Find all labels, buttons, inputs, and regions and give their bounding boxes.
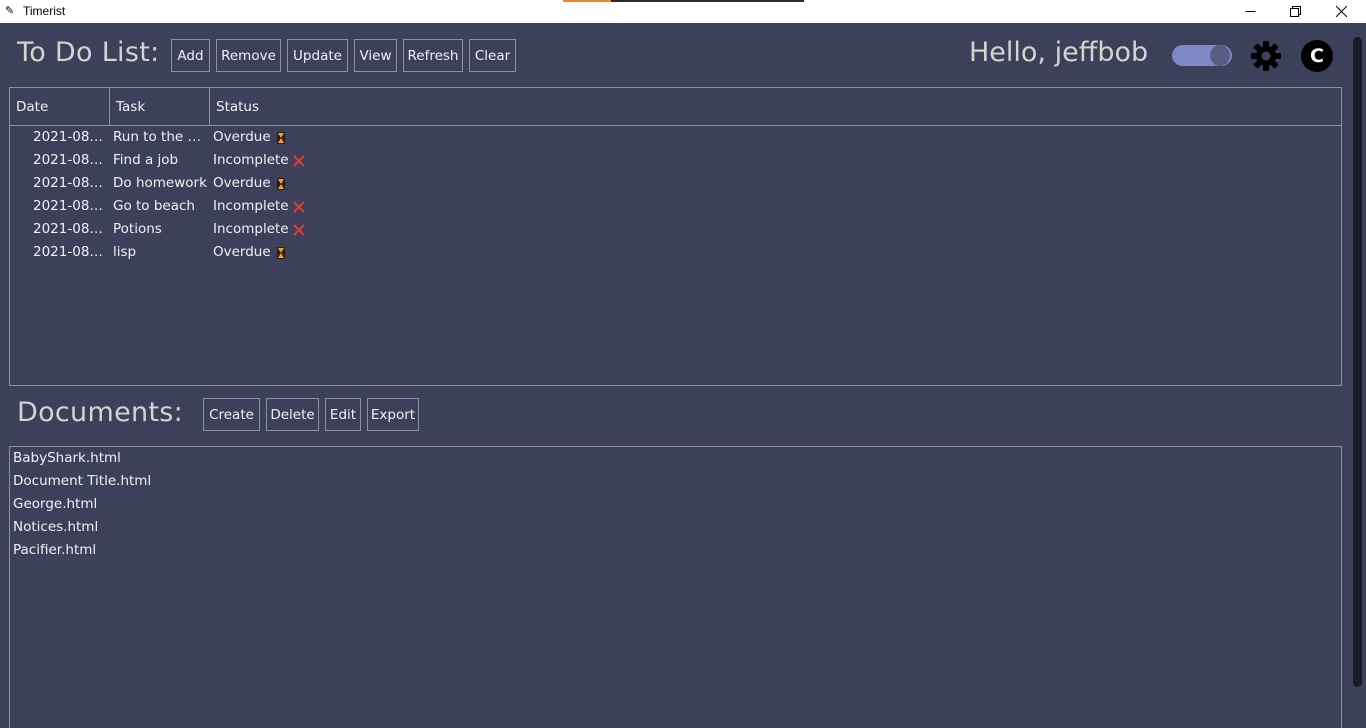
close-button[interactable] (1318, 0, 1364, 23)
task-name: lisp (113, 244, 137, 260)
task-date: 2021-08-... (33, 198, 106, 214)
clear-button[interactable]: Clear (469, 39, 516, 72)
theme-toggle[interactable] (1172, 45, 1232, 66)
view-button[interactable]: View (354, 39, 397, 72)
list-item[interactable]: George.html (13, 493, 97, 516)
documents-list: BabyShark.html Document Title.html George.… (9, 446, 1342, 728)
minimize-button[interactable] (1227, 0, 1273, 23)
task-status-text: Incomplete (213, 198, 289, 214)
avatar[interactable]: C (1301, 40, 1333, 72)
column-header-status[interactable]: Status (210, 88, 510, 125)
task-status: Incomplete (213, 218, 413, 241)
update-button[interactable]: Update (287, 39, 348, 72)
pencil-icon: ✎ (5, 4, 15, 17)
list-item[interactable]: BabyShark.html (13, 447, 121, 470)
gear-icon (1251, 41, 1281, 71)
export-button[interactable]: Export (367, 398, 419, 431)
avatar-letter: C (1310, 45, 1324, 67)
restore-button[interactable] (1272, 0, 1318, 23)
settings-button[interactable] (1250, 40, 1282, 72)
hourglass-icon (276, 131, 285, 144)
hourglass-icon (276, 177, 285, 190)
task-date: 2021-08-... (33, 175, 106, 191)
task-date: 2021-08-... (33, 221, 106, 237)
list-item[interactable]: Pacifier.html (13, 539, 96, 562)
remove-button[interactable]: Remove (216, 39, 281, 72)
table-row[interactable]: 2021-08-... Do homework Overdue (10, 172, 610, 195)
task-date: 2021-08-... (33, 129, 106, 145)
restore-icon (1289, 6, 1301, 17)
todo-table: Date Task Status 2021-08-... Run to the m… (9, 87, 1342, 386)
toggle-knob (1210, 45, 1230, 66)
table-row[interactable]: 2021-08-... Potions Incomplete (10, 218, 610, 241)
todo-title: To Do List: (17, 37, 160, 68)
hourglass-icon (276, 246, 285, 259)
task-name: Run to the m... (113, 129, 207, 145)
title-bar: ✎ Timerist (0, 0, 1366, 23)
table-header: Date Task Status (10, 88, 1341, 126)
task-status-text: Incomplete (213, 221, 289, 237)
table-row[interactable]: 2021-08-... Run to the m... Overdue (10, 126, 610, 149)
task-name: Find a job (113, 152, 179, 168)
task-status-text: Incomplete (213, 152, 289, 168)
task-status: Incomplete (213, 195, 413, 218)
table-row[interactable]: 2021-08-... Go to beach Incomplete (10, 195, 610, 218)
scrollbar-thumb[interactable] (1353, 37, 1362, 687)
task-date: 2021-08-... (33, 244, 106, 260)
table-row[interactable]: 2021-08-... Find a job Incomplete (10, 149, 610, 172)
task-status: Overdue (213, 172, 413, 195)
column-header-task[interactable]: Task (110, 88, 210, 125)
user-greeting: Hello, jeffbob (969, 37, 1149, 68)
cross-icon (292, 200, 305, 213)
refresh-button[interactable]: Refresh (403, 39, 463, 72)
cross-icon (292, 223, 305, 236)
edit-button[interactable]: Edit (325, 398, 361, 431)
task-status-text: Overdue (213, 129, 271, 145)
list-item[interactable]: Document Title.html (13, 470, 151, 493)
list-item[interactable]: Notices.html (13, 516, 98, 539)
close-icon (1335, 6, 1347, 17)
task-status: Overdue (213, 126, 413, 149)
create-button[interactable]: Create (203, 398, 260, 431)
task-status-text: Overdue (213, 175, 271, 191)
task-date: 2021-08-... (33, 152, 106, 168)
task-status-text: Overdue (213, 244, 271, 260)
column-header-date[interactable]: Date (10, 88, 110, 125)
taskbar-accent (563, 0, 611, 2)
delete-button[interactable]: Delete (266, 398, 319, 431)
table-row[interactable]: 2021-08-... lisp Overdue (10, 241, 610, 264)
task-name: Do homework (113, 175, 207, 191)
add-button[interactable]: Add (171, 39, 210, 72)
cross-icon (292, 154, 305, 167)
window-title: Timerist (23, 4, 66, 18)
taskbar-strip (611, 0, 804, 2)
task-name: Go to beach (113, 198, 195, 214)
task-status: Overdue (213, 241, 413, 264)
task-status: Incomplete (213, 149, 413, 172)
task-name: Potions (113, 221, 162, 237)
minimize-icon (1245, 11, 1255, 12)
documents-title: Documents: (17, 397, 184, 428)
